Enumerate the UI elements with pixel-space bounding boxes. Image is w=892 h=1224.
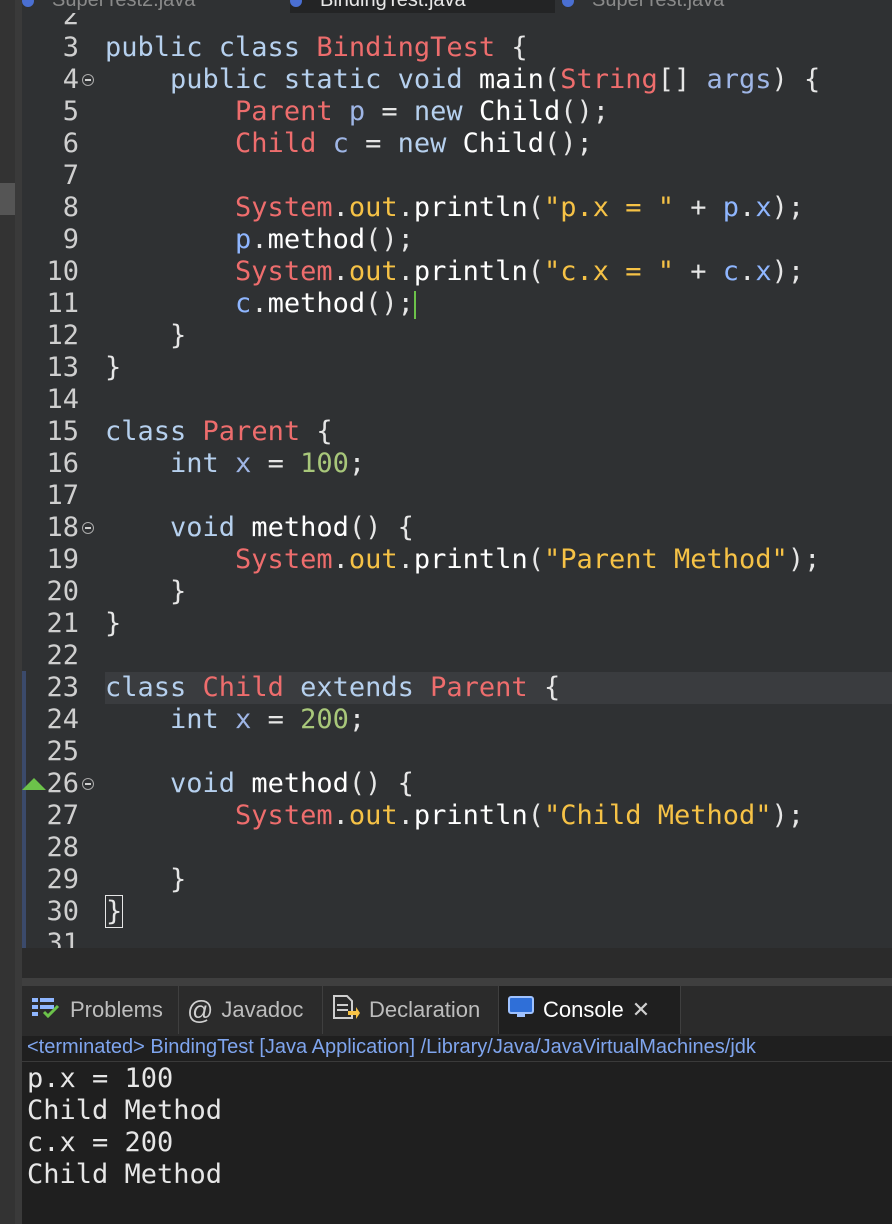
code-line: 10 System.out.println("c.x = " + c.x); — [46, 256, 805, 287]
tab-problems[interactable]: Problems — [22, 986, 179, 1034]
code-editor[interactable]: 2 3 public class BindingTest { 4 public s… — [22, 13, 892, 948]
declaration-icon — [331, 994, 361, 1026]
text-cursor — [413, 290, 416, 319]
code-line: 6 Child c = new Child(); — [62, 128, 593, 159]
code-line: 27 System.out.println("Child Method"); — [46, 800, 805, 831]
code-line: 13} — [46, 352, 122, 383]
console-output: p.x = 100 Child Method c.x = 200 Child M… — [27, 1063, 222, 1191]
editor-tab-supertest[interactable]: SuperTest.java — [562, 0, 724, 13]
matched-bracket: } — [105, 895, 124, 928]
code-line: 15 class Parent { — [46, 416, 333, 447]
code-line: 8 System.out.println("p.x = " + p.x); — [62, 192, 805, 223]
code-line: 22 — [46, 640, 79, 671]
code-line: 26 void method() { — [22, 768, 892, 800]
code-line: 12 } — [46, 320, 187, 351]
problems-icon — [30, 995, 62, 1025]
console-status: <terminated> BindingTest [Java Applicati… — [22, 1036, 892, 1062]
code-line: 7 — [62, 160, 79, 191]
code-line: 17 — [46, 480, 79, 511]
console-line: c.x = 200 — [27, 1127, 174, 1158]
console-line: Child Method — [27, 1159, 223, 1190]
code-line: 30} — [46, 895, 124, 928]
tab-javadoc[interactable]: @ Javadoc — [179, 986, 323, 1034]
fold-icon[interactable] — [82, 778, 94, 790]
code-line: 21} — [46, 608, 122, 639]
code-line: 4 public static void main(String[] args)… — [62, 64, 821, 95]
left-trim — [0, 0, 15, 1224]
java-file-icon — [22, 0, 34, 7]
left-trim-marker — [0, 183, 15, 215]
panel-divider[interactable] — [22, 978, 892, 986]
console-panel[interactable]: <terminated> BindingTest [Java Applicati… — [22, 1036, 892, 1224]
console-line: p.x = 100 — [27, 1063, 174, 1094]
code-line: 2 — [62, 13, 79, 31]
horizontal-scrollbar[interactable] — [100, 948, 892, 978]
editor-tab-supertest2[interactable]: SuperTest2.java — [22, 0, 195, 13]
java-file-icon — [290, 0, 302, 7]
tab-declaration[interactable]: Declaration — [323, 986, 499, 1034]
left-ruler — [15, 0, 22, 1224]
code-line-highlighted: 23 class Child extends Parent { — [22, 672, 892, 704]
code-line: 5 Parent p = new Child(); — [62, 96, 609, 127]
close-icon[interactable]: ✕ — [632, 997, 650, 1023]
code-line: 31 — [46, 928, 79, 948]
code-line: 19 System.out.println("Parent Method"); — [46, 544, 821, 575]
code-line: 24 int x = 200; — [46, 704, 366, 735]
code-line: 28 — [46, 832, 79, 863]
views-tab-bar: Problems @ Javadoc Declaration Console ✕ — [22, 986, 892, 1037]
fold-icon[interactable] — [82, 74, 94, 86]
code-line: 29 } — [46, 864, 187, 895]
code-line: 25 — [46, 736, 79, 767]
fold-icon[interactable] — [82, 522, 94, 534]
java-file-icon — [562, 0, 574, 7]
console-icon — [507, 994, 535, 1026]
javadoc-icon: @ — [187, 995, 214, 1025]
editor-tab-bar: SuperTest2.java BindingTest.java SuperTe… — [22, 0, 892, 13]
console-line: Child Method — [27, 1095, 223, 1126]
code-line: 16 int x = 100; — [46, 448, 366, 479]
code-line: 20 } — [46, 576, 187, 607]
code-line: 3 public class BindingTest { — [62, 32, 528, 63]
code-line: 9 p.method(); — [62, 224, 414, 255]
editor-tab-bindingtest[interactable]: BindingTest.java — [290, 0, 555, 13]
tab-console[interactable]: Console ✕ — [499, 986, 681, 1034]
code-line: 11 c.method(); — [46, 288, 416, 319]
code-line: 14 — [46, 384, 79, 415]
code-line: 18 void method() { — [46, 512, 414, 543]
